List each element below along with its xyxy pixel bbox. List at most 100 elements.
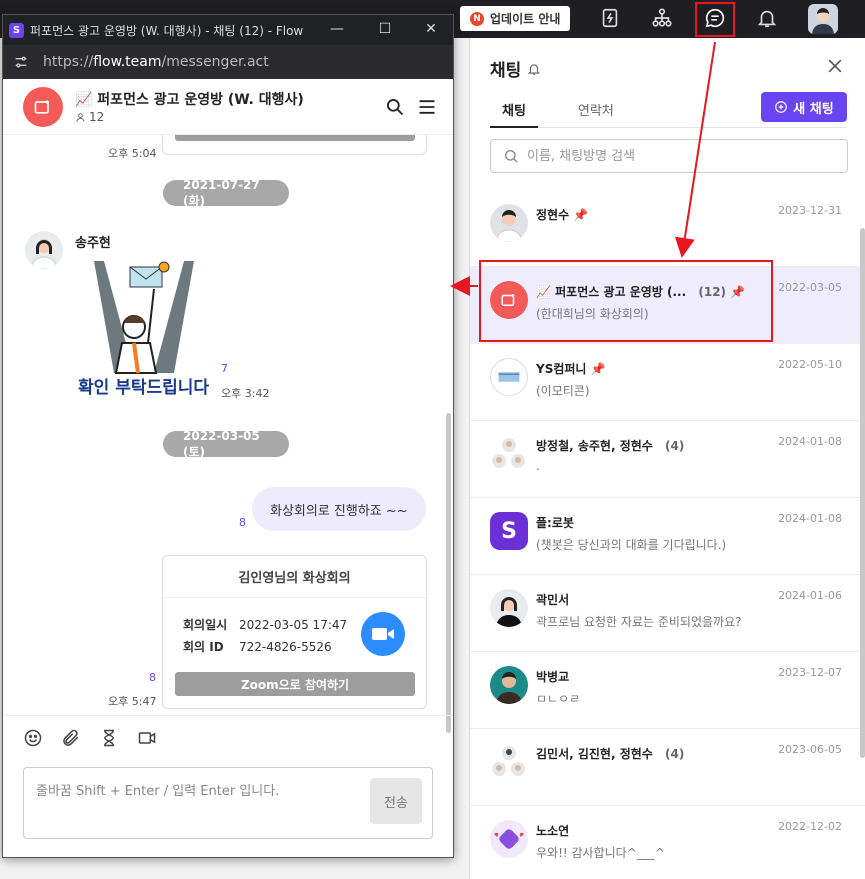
profile-avatar[interactable] (808, 4, 838, 34)
bell-icon[interactable] (527, 62, 541, 76)
send-button[interactable]: 전송 (370, 778, 422, 824)
close-window-icon[interactable]: ✕ (423, 21, 439, 37)
url-text: https://flow.team/messenger.act (43, 54, 269, 70)
chat-date: 2023-06-05 (778, 743, 842, 756)
pin-icon: 📌 (573, 207, 589, 222)
chat-name: YS컴퍼니 📌 (536, 361, 606, 377)
chat-search-input[interactable] (527, 148, 827, 164)
panel-title-text: 채팅 (490, 61, 522, 81)
meeting-title: 김인영님의 화상회의 (163, 556, 426, 598)
bell-icon[interactable] (754, 5, 780, 31)
panel-scrollbar[interactable] (860, 228, 865, 758)
message-composer: 전송 (23, 767, 433, 839)
plus-circle-icon (775, 101, 788, 113)
avatar (490, 666, 528, 704)
sticker-text: 확인 부탁드립니다 (78, 378, 210, 398)
emoji-icon[interactable] (23, 728, 43, 748)
tab-chat[interactable]: 채팅 (490, 92, 538, 128)
close-icon[interactable] (825, 56, 845, 76)
url-bar[interactable]: https://flow.team/messenger.act (3, 45, 453, 79)
site-settings-icon[interactable] (13, 54, 29, 70)
chat-date: 2023-12-07 (778, 666, 842, 679)
hourglass-icon[interactable] (99, 728, 119, 748)
update-notice-button[interactable]: N 업데이트 안내 (460, 6, 570, 31)
chat-list-item[interactable]: 김민서, 김진현, 정현수 (4) 2023-06-05 (470, 729, 865, 806)
unread-count: 8 (149, 671, 156, 684)
avatar[interactable] (25, 231, 63, 269)
chat-date: 2022-03-05 (778, 281, 842, 294)
chat-preview: . (536, 459, 540, 473)
chat-name: 플:로봇 (536, 516, 574, 530)
group-avatar (490, 435, 528, 473)
maximize-icon[interactable]: ☐ (377, 21, 393, 37)
org-chart-icon[interactable] (649, 5, 675, 31)
flow-app-icon: S (9, 22, 24, 38)
messenger-window: S 퍼포먼스 광고 운영방 (W. 대행사) - 채팅 (12) - Flow … (2, 14, 454, 858)
member-count[interactable]: 12 (75, 110, 104, 124)
tab-contacts[interactable]: 연락처 (566, 92, 626, 128)
chat-name: 김민서, 김진현, 정현수 (4) (536, 746, 685, 762)
message-time: 오후 5:04 (108, 147, 157, 160)
pin-icon: 📌 (590, 361, 606, 376)
sticker-image[interactable]: 확인 부탁드립니다 (74, 261, 214, 401)
room-header: 📈 퍼포먼스 광고 운영방 (W. 대행사) 12 (3, 79, 453, 135)
unread-count: 7 (221, 362, 228, 375)
new-chat-button[interactable]: 새 채팅 (761, 92, 847, 122)
date-divider: 2021-07-27 (화) (163, 178, 289, 208)
room-icon (23, 86, 63, 127)
selected-chat-highlight (479, 260, 773, 342)
message-scrollbar[interactable] (446, 413, 451, 733)
message-input[interactable] (36, 780, 356, 828)
chat-list-item[interactable]: S 플:로봇 (챗봇은 당신과의 대화를 기다립니다.) 2024-01-08 (470, 498, 865, 575)
chat-list-item[interactable]: 방정철, 송주현, 정현수 (4) . 2024-01-08 (470, 421, 865, 498)
attachment-icon[interactable] (61, 728, 81, 748)
chat-date: 2024-01-08 (778, 512, 842, 525)
search-icon[interactable] (385, 97, 405, 117)
person-icon (76, 112, 85, 122)
video-call-icon[interactable] (137, 728, 157, 748)
chat-icon-highlight (695, 2, 735, 37)
chat-list-item[interactable]: 정현수 📌 2023-12-31 (470, 190, 865, 267)
chat-name: 곽민서 (536, 593, 570, 607)
chat-name: 노소연 (536, 824, 570, 838)
avatar (490, 589, 528, 627)
update-notice-label: 업데이트 안내 (490, 12, 561, 26)
robot-icon: S (490, 512, 528, 550)
chat-preview: 곽프로님 요청한 자료는 준비되었을까요? (536, 615, 742, 629)
avatar (490, 358, 528, 396)
unread-count: 8 (239, 516, 246, 529)
chat-date: 2022-05-10 (778, 358, 842, 371)
meeting-date-row: 회의일시 2022-03-05 17:47 (183, 618, 348, 632)
window-titlebar: S 퍼포먼스 광고 운영방 (W. 대행사) - 채팅 (12) - Flow … (3, 15, 453, 45)
composer-toolbar (3, 715, 453, 759)
window-title: 퍼포먼스 광고 운영방 (W. 대행사) - 채팅 (12) - Flow (30, 23, 304, 38)
chat-list-item[interactable]: 곽민서 곽프로님 요청한 자료는 준비되었을까요? 2024-01-06 (470, 575, 865, 652)
chat-panel: 채팅 채팅 연락처 새 채팅 정현수📌 2023-12-31 📈 퍼포먼스 광고… (469, 38, 865, 879)
chat-preview: (챗봇은 당신과의 대화를 기다립니다.) (536, 538, 727, 552)
chat-date: 2023-12-31 (778, 204, 842, 217)
join-zoom-button[interactable]: Zoom으로 참여하기 (175, 672, 415, 696)
avatar (490, 820, 528, 858)
chat-date: 2022-12-02 (778, 820, 842, 833)
chat-search-box[interactable] (490, 139, 848, 173)
avatar (490, 204, 528, 242)
chat-date: 2024-01-08 (778, 435, 842, 448)
chat-preview: (이모티콘) (536, 384, 590, 398)
chat-list-item[interactable]: YS컴퍼니 📌 (이모티콘) 2022-05-10 (470, 344, 865, 421)
chat-list-item[interactable]: 박병교 ㅁㄴㅇㄹ 2023-12-07 (470, 652, 865, 729)
new-badge: N (470, 11, 484, 26)
my-message-bubble[interactable]: 화상회의로 진행하죠 ~~ (252, 487, 426, 531)
menu-icon[interactable] (417, 97, 437, 117)
file-icon[interactable] (597, 5, 623, 31)
minimize-icon[interactable]: — (329, 21, 345, 37)
chat-list-item[interactable]: 노소연 우와!! 감사합니다^___^ 2022-12-02 (470, 806, 865, 879)
chat-preview: ㅁㄴㅇㄹ (536, 692, 581, 706)
zoom-icon[interactable] (361, 612, 405, 656)
group-avatar (490, 743, 528, 781)
room-title: 📈 퍼포먼스 광고 운영방 (W. 대행사) (75, 92, 304, 108)
message-area[interactable]: 오후 5:04 2021-07-27 (화) 송주현 확인 부탁드립니다 7 오… (3, 135, 453, 715)
new-chat-label: 새 채팅 (793, 101, 834, 117)
chat-preview: 우와!! 감사합니다^___^ (536, 846, 665, 860)
chat-name: 정현수 📌 (536, 207, 589, 223)
chat-name: 박병교 (536, 670, 570, 684)
